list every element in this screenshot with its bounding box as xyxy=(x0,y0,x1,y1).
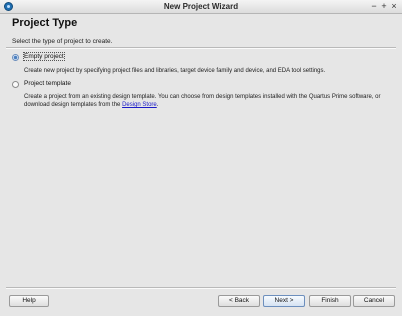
back-button[interactable]: < Back xyxy=(218,295,260,307)
footer-divider xyxy=(6,287,396,289)
wizard-header: Project Type Select the type of project … xyxy=(0,14,402,49)
maximize-icon[interactable]: + xyxy=(379,1,389,11)
minimize-icon[interactable]: − xyxy=(369,1,379,11)
window-title: New Project Wizard xyxy=(163,2,239,11)
design-store-link[interactable]: Design Store xyxy=(122,102,157,108)
project-template-description: Create a project from an existing design… xyxy=(24,93,394,109)
radio-template-indicator[interactable] xyxy=(12,81,19,88)
next-button[interactable]: Next > xyxy=(263,295,305,307)
template-description-end: . xyxy=(156,102,159,108)
close-icon[interactable]: × xyxy=(389,1,399,11)
header-divider xyxy=(6,47,396,49)
wizard-window: New Project Wizard − + × Project Type Se… xyxy=(0,0,402,316)
page-title: Project Type xyxy=(12,17,78,29)
radio-template-label[interactable]: Project template xyxy=(24,80,71,87)
radio-empty-label[interactable]: Empty project xyxy=(23,52,65,61)
radio-empty-indicator[interactable] xyxy=(12,54,19,61)
title-bar[interactable]: New Project Wizard − + × xyxy=(0,0,402,14)
radio-empty-project[interactable]: Empty project xyxy=(12,52,72,63)
empty-project-description: Create new project by specifying project… xyxy=(24,68,326,74)
template-description-text: Create a project from an existing design… xyxy=(24,94,381,108)
cancel-button[interactable]: Cancel xyxy=(353,295,395,307)
radio-project-template[interactable]: Project template xyxy=(12,80,82,90)
help-button[interactable]: Help xyxy=(9,295,49,307)
page-subtitle: Select the type of project to create. xyxy=(12,38,113,45)
finish-button[interactable]: Finish xyxy=(309,295,351,307)
